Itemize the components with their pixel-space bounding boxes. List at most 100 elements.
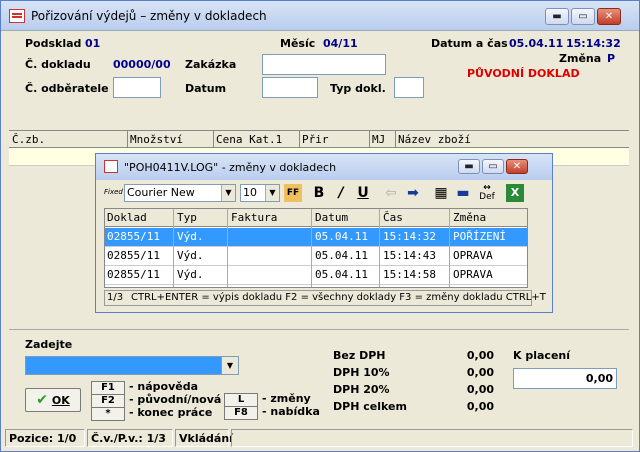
status-mode: Vkládání bbox=[175, 429, 233, 447]
f1-key[interactable]: F1 bbox=[91, 381, 125, 395]
app-icon bbox=[9, 9, 25, 23]
grid-icon[interactable]: ▦ bbox=[432, 184, 450, 202]
bold-icon[interactable]: B bbox=[310, 184, 328, 202]
chevron-down-icon[interactable]: ▼ bbox=[265, 185, 279, 201]
col-cas: Čas bbox=[383, 211, 403, 224]
typ-label: Typ dokl. bbox=[330, 82, 386, 95]
dialog-close-button[interactable]: ✕ bbox=[506, 159, 528, 174]
arrow-right-icon[interactable]: ➡ bbox=[404, 184, 422, 202]
cell-zmena: POŘÍZENÍ bbox=[453, 230, 506, 243]
odberatele-input[interactable] bbox=[113, 77, 161, 98]
fixed-label: Fixed bbox=[104, 188, 123, 196]
table-row[interactable]: 02855/11 Výd. 05.04.11 15:14:43 OPRAVA bbox=[105, 247, 527, 266]
table-row[interactable]: 02855/11 Výd. 05.04.11 15:14:58 OPRAVA bbox=[105, 266, 527, 285]
col-doklad: Doklad bbox=[107, 211, 147, 224]
col-mj: MJ bbox=[372, 133, 386, 146]
zmena-label: Změna bbox=[559, 52, 602, 65]
col-cena: Cena Kat.1 bbox=[216, 133, 283, 146]
cell-cas: 15:14:58 bbox=[383, 268, 436, 281]
ok-button[interactable]: ✔ OK bbox=[25, 388, 81, 412]
maximize-button[interactable]: ▭ bbox=[571, 8, 595, 25]
f2-desc: - původní/nová bbox=[129, 393, 222, 406]
dph20-value: 0,00 bbox=[466, 383, 494, 396]
check-icon: ✔ bbox=[36, 392, 48, 408]
datum-value: 05.04.11 bbox=[509, 37, 564, 50]
dialog-title: "POH0411V.LOG" - změny v dokladech bbox=[124, 161, 337, 174]
dialog-title-bar: "POH0411V.LOG" - změny v dokladech ▬ ▭ ✕ bbox=[96, 154, 552, 180]
dialog-status-count: 1/3 bbox=[107, 292, 124, 303]
cell-doklad: 02855/11 bbox=[107, 230, 160, 243]
font-size-select[interactable]: 10 ▼ bbox=[240, 184, 280, 202]
podsklad-value: 01 bbox=[85, 37, 101, 50]
f2-key[interactable]: F2 bbox=[91, 394, 125, 408]
log-dialog: "POH0411V.LOG" - změny v dokladech ▬ ▭ ✕… bbox=[95, 153, 553, 313]
table-row[interactable]: 02855/11 Výd. 05.04.11 15:14:32 POŘÍZENÍ bbox=[105, 228, 527, 247]
chevron-down-icon[interactable]: ▼ bbox=[221, 357, 238, 374]
cell-zmena: OPRAVA bbox=[453, 249, 493, 262]
window-title: Pořizování výdejů – změny v dokladech bbox=[31, 9, 267, 23]
dialog-status-text: CTRL+ENTER = výpis dokladu F2 = všechny … bbox=[131, 292, 546, 303]
cell-datum: 05.04.11 bbox=[315, 230, 368, 243]
def-label: Def bbox=[479, 192, 495, 202]
status-bar: Pozice: 1/0 Č.v./P.v.: 1/3 Vkládání bbox=[5, 429, 635, 447]
cell-cas: 15:14:43 bbox=[383, 249, 436, 262]
cell-typ: Výd. bbox=[177, 249, 204, 262]
font-size: 10 bbox=[243, 186, 257, 199]
col-nazev: Název zboží bbox=[398, 133, 471, 146]
chevron-down-icon[interactable]: ▼ bbox=[221, 185, 235, 201]
datum-input[interactable] bbox=[262, 77, 318, 98]
f8-desc: - nabídka bbox=[262, 405, 320, 418]
dph10-value: 0,00 bbox=[466, 366, 494, 379]
star-key[interactable]: * bbox=[91, 407, 125, 421]
dph20-label: DPH 20% bbox=[333, 383, 390, 396]
k-placeni-field: 0,00 bbox=[513, 368, 617, 389]
l-key[interactable]: L bbox=[224, 393, 258, 407]
cell-zmena: OPRAVA bbox=[453, 268, 493, 281]
dph-celkem-label: DPH celkem bbox=[333, 400, 407, 413]
mesic-value: 04/11 bbox=[323, 37, 358, 50]
f8-key[interactable]: F8 bbox=[224, 406, 258, 420]
col-datum: Datum bbox=[315, 211, 349, 224]
dialog-minimize-button[interactable]: ▬ bbox=[458, 159, 480, 174]
dph-celkem-value: 0,00 bbox=[466, 400, 494, 413]
k-placeni-label: K placení bbox=[513, 349, 571, 362]
font-dialog-icon[interactable]: FF bbox=[284, 184, 302, 202]
def-width-icon[interactable]: ↔ Def bbox=[478, 184, 496, 202]
typ-input[interactable] bbox=[394, 77, 424, 98]
zmena-value: P bbox=[607, 52, 616, 65]
font-select[interactable]: Courier New ▼ bbox=[124, 184, 236, 202]
cell-typ: Výd. bbox=[177, 230, 204, 243]
zadejte-label: Zadejte bbox=[25, 338, 73, 351]
line-icon[interactable]: ▬ bbox=[454, 184, 472, 202]
italic-icon[interactable]: / bbox=[332, 184, 350, 202]
arrow-left-icon[interactable]: ⇦ bbox=[382, 184, 400, 202]
dialog-maximize-button[interactable]: ▭ bbox=[482, 159, 504, 174]
items-grid-header: Č.zb. Množství Cena Kat.1 Přir MJ Název … bbox=[9, 130, 629, 148]
podsklad-label: Podsklad bbox=[25, 37, 82, 50]
bez-dph-value: 0,00 bbox=[466, 349, 494, 362]
odberatele-label: Č. odběratele bbox=[25, 82, 109, 95]
title-bar: Pořizování výdejů – změny v dokladech ▬ … bbox=[1, 1, 639, 31]
cell-datum: 05.04.11 bbox=[315, 249, 368, 262]
dialog-status-bar: 1/3 CTRL+ENTER = výpis dokladu F2 = všec… bbox=[104, 290, 546, 306]
doklad-label: Č. dokladu bbox=[25, 58, 91, 71]
cell-doklad: 02855/11 bbox=[107, 268, 160, 281]
cell-typ: Výd. bbox=[177, 268, 204, 281]
col-faktura: Faktura bbox=[231, 211, 278, 224]
f1-desc: - nápověda bbox=[129, 380, 199, 393]
close-button[interactable]: ✕ bbox=[597, 8, 621, 25]
doklad-value: 00000/00 bbox=[113, 58, 171, 71]
col-mnozstvi: Množství bbox=[130, 133, 183, 146]
cell-datum: 05.04.11 bbox=[315, 268, 368, 281]
k-placeni-value: 0,00 bbox=[585, 372, 613, 385]
status-empty bbox=[231, 429, 633, 447]
font-name: Courier New bbox=[127, 186, 195, 199]
status-cv: Č.v./P.v.: 1/3 bbox=[87, 429, 173, 447]
minimize-button[interactable]: ▬ bbox=[545, 8, 569, 25]
zadejte-select[interactable]: ▼ bbox=[25, 356, 239, 375]
zakazka-input[interactable] bbox=[262, 54, 386, 75]
excel-icon[interactable]: X bbox=[506, 184, 524, 202]
zakazka-label: Zakázka bbox=[185, 58, 237, 71]
dialog-toolbar: Fixed Courier New ▼ 10 ▼ FF B / U ⇦ ➡ ▦ ▬ … bbox=[102, 182, 542, 204]
underline-icon[interactable]: U bbox=[354, 184, 372, 202]
